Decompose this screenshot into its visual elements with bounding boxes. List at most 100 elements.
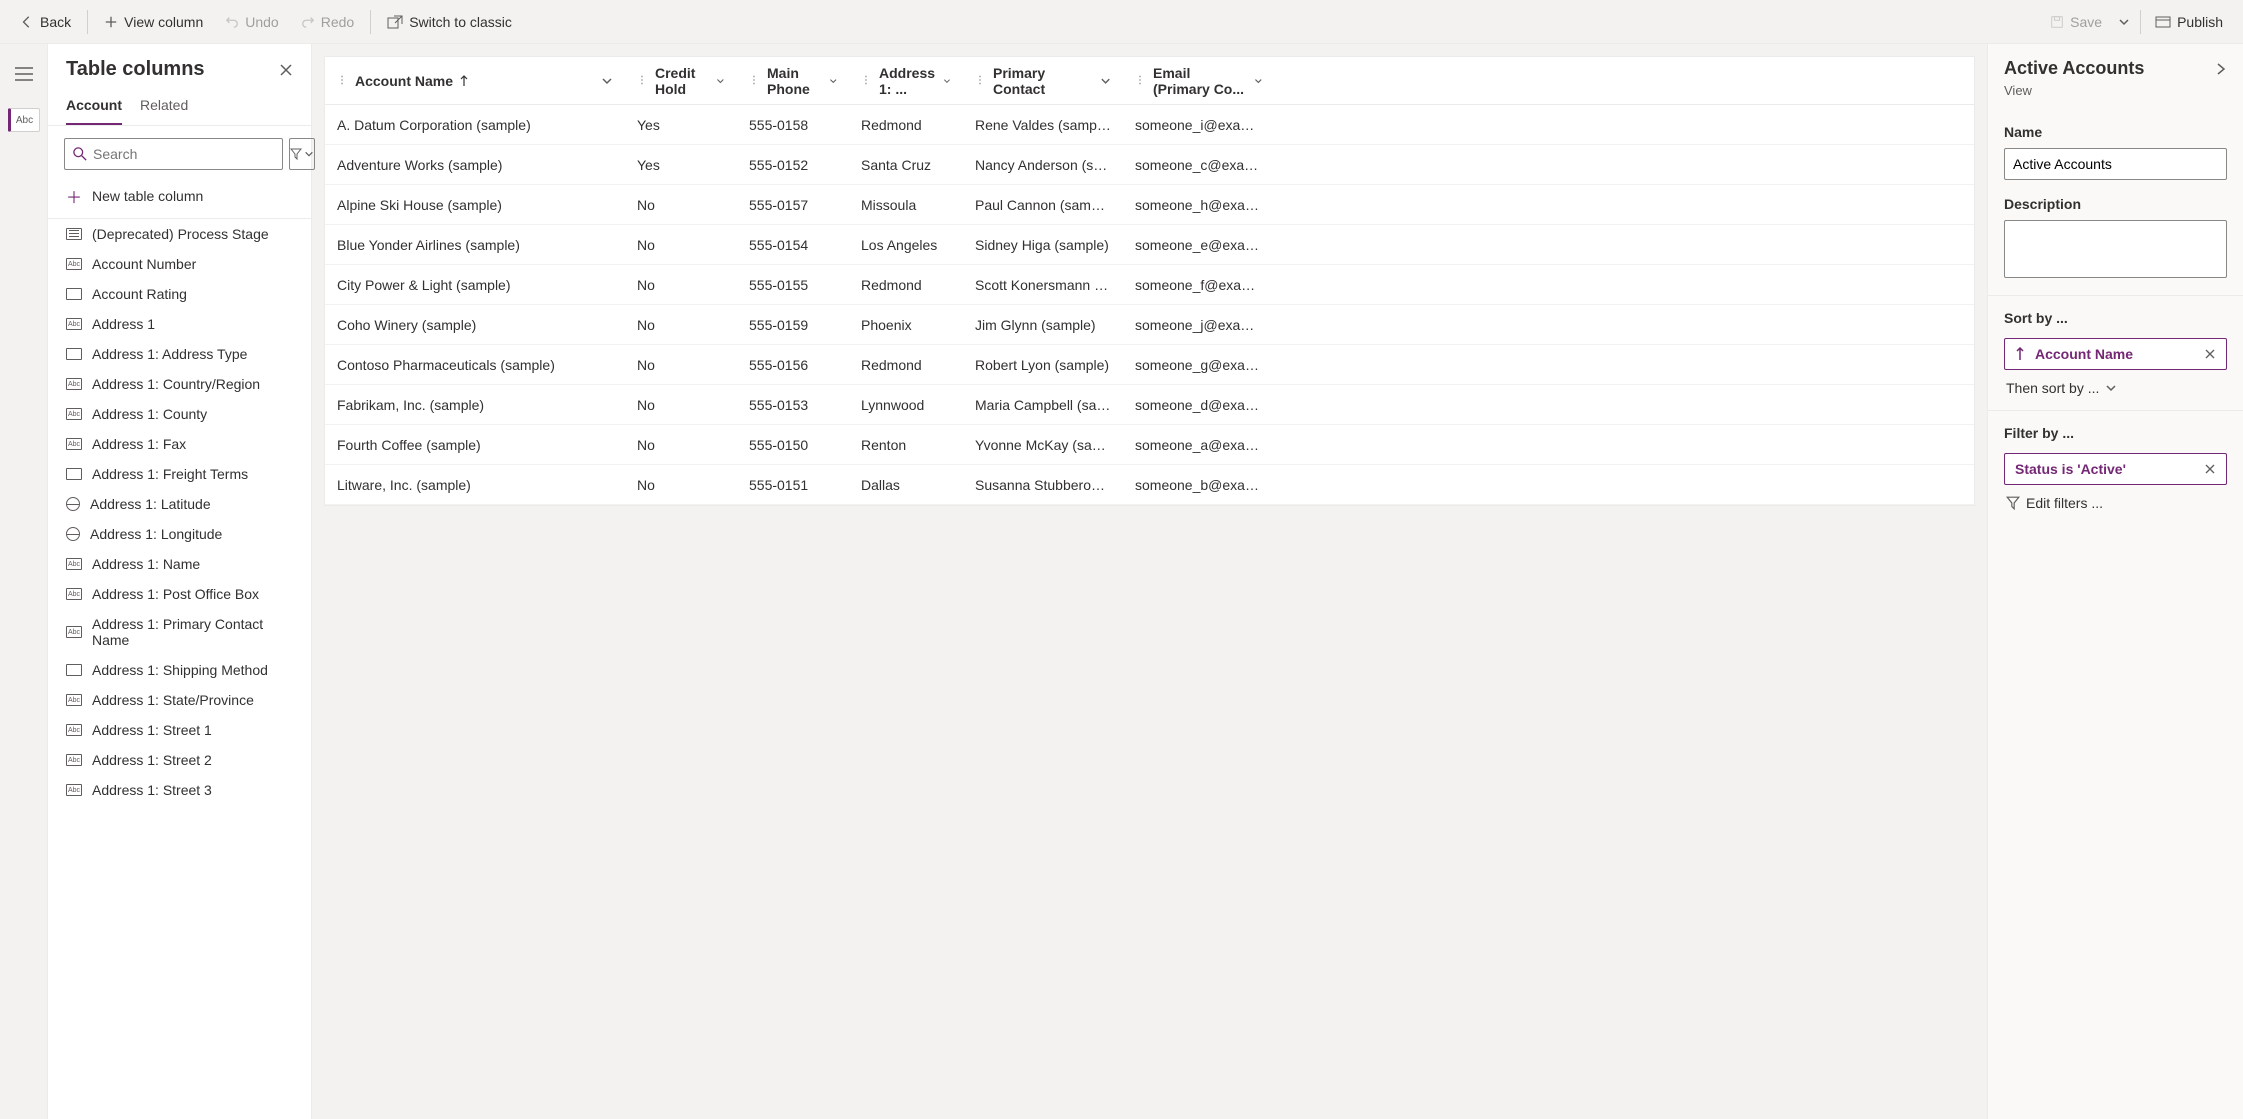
header-main-phone[interactable]: ⋮ Main Phone bbox=[737, 57, 849, 104]
save-label: Save bbox=[2070, 14, 2102, 30]
cell-addr: Lynnwood bbox=[849, 397, 963, 413]
remove-sort-button[interactable] bbox=[2204, 348, 2216, 360]
column-list-item[interactable]: AbcAddress 1: Post Office Box bbox=[48, 579, 311, 609]
table-row[interactable]: Adventure Works (sample)Yes555-0152Santa… bbox=[325, 145, 1974, 185]
column-list[interactable]: (Deprecated) Process StageAbcAccount Num… bbox=[48, 218, 311, 1119]
edit-filters-button[interactable]: Edit filters ... bbox=[2004, 485, 2227, 511]
name-field[interactable] bbox=[2004, 148, 2227, 180]
grip-icon: ⋮ bbox=[975, 75, 985, 86]
column-item-label: Address 1: Name bbox=[92, 556, 200, 572]
plus-icon bbox=[104, 15, 118, 29]
header-email[interactable]: ⋮ Email (Primary Co... bbox=[1123, 57, 1275, 104]
plus-icon: ＋ bbox=[66, 184, 82, 208]
column-list-item[interactable]: AbcAddress 1: Street 3 bbox=[48, 775, 311, 805]
chevron-down-icon bbox=[2118, 16, 2130, 28]
column-list-item[interactable]: (Deprecated) Process Stage bbox=[48, 219, 311, 249]
hamburger-icon bbox=[15, 67, 33, 81]
table-row[interactable]: Litware, Inc. (sample)No555-0151DallasSu… bbox=[325, 465, 1974, 505]
table-row[interactable]: Fourth Coffee (sample)No555-0150RentonYv… bbox=[325, 425, 1974, 465]
column-list-item[interactable]: Address 1: Shipping Method bbox=[48, 655, 311, 685]
cell-phone: 555-0152 bbox=[737, 157, 849, 173]
cell-contact: Scott Konersmann (sample) bbox=[963, 277, 1123, 293]
description-field[interactable] bbox=[2004, 220, 2227, 278]
header-primary-contact[interactable]: ⋮ Primary Contact bbox=[963, 57, 1123, 104]
header-label: Account Name bbox=[355, 73, 453, 89]
column-list-item[interactable]: AbcAddress 1: Street 1 bbox=[48, 715, 311, 745]
tab-related[interactable]: Related bbox=[140, 89, 188, 125]
column-list-item[interactable]: AbcAddress 1 bbox=[48, 309, 311, 339]
table-row[interactable]: City Power & Light (sample)No555-0155Red… bbox=[325, 265, 1974, 305]
column-list-item[interactable]: AbcAddress 1: Primary Contact Name bbox=[48, 609, 311, 655]
close-icon bbox=[2204, 348, 2216, 360]
back-button[interactable]: Back bbox=[10, 4, 81, 40]
chevron-down-icon bbox=[2105, 382, 2117, 394]
redo-label: Redo bbox=[321, 14, 354, 30]
cell-credit: No bbox=[625, 477, 737, 493]
column-list-item[interactable]: AbcAccount Number bbox=[48, 249, 311, 279]
save-button[interactable]: Save bbox=[2040, 4, 2112, 40]
header-label: Main Phone bbox=[767, 65, 823, 97]
header-label: Address 1: ... bbox=[879, 65, 937, 97]
tab-account[interactable]: Account bbox=[66, 89, 122, 125]
table-row[interactable]: A. Datum Corporation (sample)Yes555-0158… bbox=[325, 105, 1974, 145]
column-list-item[interactable]: AbcAddress 1: State/Province bbox=[48, 685, 311, 715]
column-list-item[interactable]: AbcAddress 1: Fax bbox=[48, 429, 311, 459]
redo-button[interactable]: Redo bbox=[291, 4, 364, 40]
cell-name: Adventure Works (sample) bbox=[325, 157, 625, 173]
column-list-item[interactable]: AbcAddress 1: Country/Region bbox=[48, 369, 311, 399]
close-panel-button[interactable] bbox=[279, 63, 293, 77]
grip-icon: ⋮ bbox=[337, 75, 347, 86]
abc-icon: Abc bbox=[66, 438, 82, 450]
view-title: Active Accounts bbox=[2004, 58, 2144, 79]
then-sort-by-button[interactable]: Then sort by ... bbox=[2004, 370, 2227, 396]
search-input-wrapper[interactable] bbox=[64, 138, 283, 170]
rail-item-text[interactable]: Abc bbox=[8, 108, 40, 132]
column-list-item[interactable]: Address 1: Address Type bbox=[48, 339, 311, 369]
table-row[interactable]: Coho Winery (sample)No555-0159PhoenixJim… bbox=[325, 305, 1974, 345]
abc-icon: Abc bbox=[66, 258, 82, 270]
expand-panel-button[interactable] bbox=[2215, 62, 2227, 76]
column-list-item[interactable]: AbcAddress 1: Street 2 bbox=[48, 745, 311, 775]
remove-filter-button[interactable] bbox=[2204, 463, 2216, 475]
header-address[interactable]: ⋮ Address 1: ... bbox=[849, 57, 963, 104]
column-list-item[interactable]: Address 1: Latitude bbox=[48, 489, 311, 519]
column-item-label: Address 1: Shipping Method bbox=[92, 662, 268, 678]
table-row[interactable]: Blue Yonder Airlines (sample)No555-0154L… bbox=[325, 225, 1974, 265]
search-input[interactable] bbox=[93, 146, 274, 162]
publish-button[interactable]: Publish bbox=[2145, 4, 2233, 40]
view-properties-panel: Active Accounts View Name Description So… bbox=[1987, 44, 2243, 1119]
new-table-column-button[interactable]: ＋ New table column bbox=[48, 178, 311, 218]
view-column-label: View column bbox=[124, 14, 203, 30]
hamburger-button[interactable] bbox=[8, 58, 40, 90]
name-label: Name bbox=[2004, 124, 2227, 140]
view-column-button[interactable]: View column bbox=[94, 4, 213, 40]
column-list-item[interactable]: Address 1: Longitude bbox=[48, 519, 311, 549]
panel-title: Table columns bbox=[66, 58, 205, 81]
cell-email: someone_a@example.com bbox=[1123, 437, 1275, 453]
box-icon bbox=[66, 468, 82, 480]
header-account-name[interactable]: ⋮ Account Name bbox=[325, 57, 625, 104]
column-item-label: Address 1: Street 1 bbox=[92, 722, 212, 738]
column-list-item[interactable]: Address 1: Freight Terms bbox=[48, 459, 311, 489]
column-list-item[interactable]: AbcAddress 1: County bbox=[48, 399, 311, 429]
column-item-label: Address 1: Post Office Box bbox=[92, 586, 259, 602]
cell-addr: Missoula bbox=[849, 197, 963, 213]
table-row[interactable]: Alpine Ski House (sample)No555-0157Misso… bbox=[325, 185, 1974, 225]
abc-icon: Abc bbox=[66, 694, 82, 706]
table-row[interactable]: Fabrikam, Inc. (sample)No555-0153Lynnwoo… bbox=[325, 385, 1974, 425]
cell-phone: 555-0155 bbox=[737, 277, 849, 293]
column-item-label: Address 1: Longitude bbox=[90, 526, 222, 542]
cell-addr: Santa Cruz bbox=[849, 157, 963, 173]
table-row[interactable]: Contoso Pharmaceuticals (sample)No555-01… bbox=[325, 345, 1974, 385]
save-dropdown-button[interactable] bbox=[2112, 4, 2136, 40]
filter-chip[interactable]: Status is 'Active' bbox=[2004, 453, 2227, 485]
undo-button[interactable]: Undo bbox=[215, 4, 288, 40]
switch-classic-button[interactable]: Switch to classic bbox=[377, 4, 522, 40]
back-label: Back bbox=[40, 14, 71, 30]
column-list-item[interactable]: Account Rating bbox=[48, 279, 311, 309]
external-icon bbox=[387, 15, 403, 29]
lines-icon bbox=[66, 228, 82, 240]
sort-chip[interactable]: Account Name bbox=[2004, 338, 2227, 370]
column-list-item[interactable]: AbcAddress 1: Name bbox=[48, 549, 311, 579]
header-credit-hold[interactable]: ⋮ Credit Hold bbox=[625, 57, 737, 104]
